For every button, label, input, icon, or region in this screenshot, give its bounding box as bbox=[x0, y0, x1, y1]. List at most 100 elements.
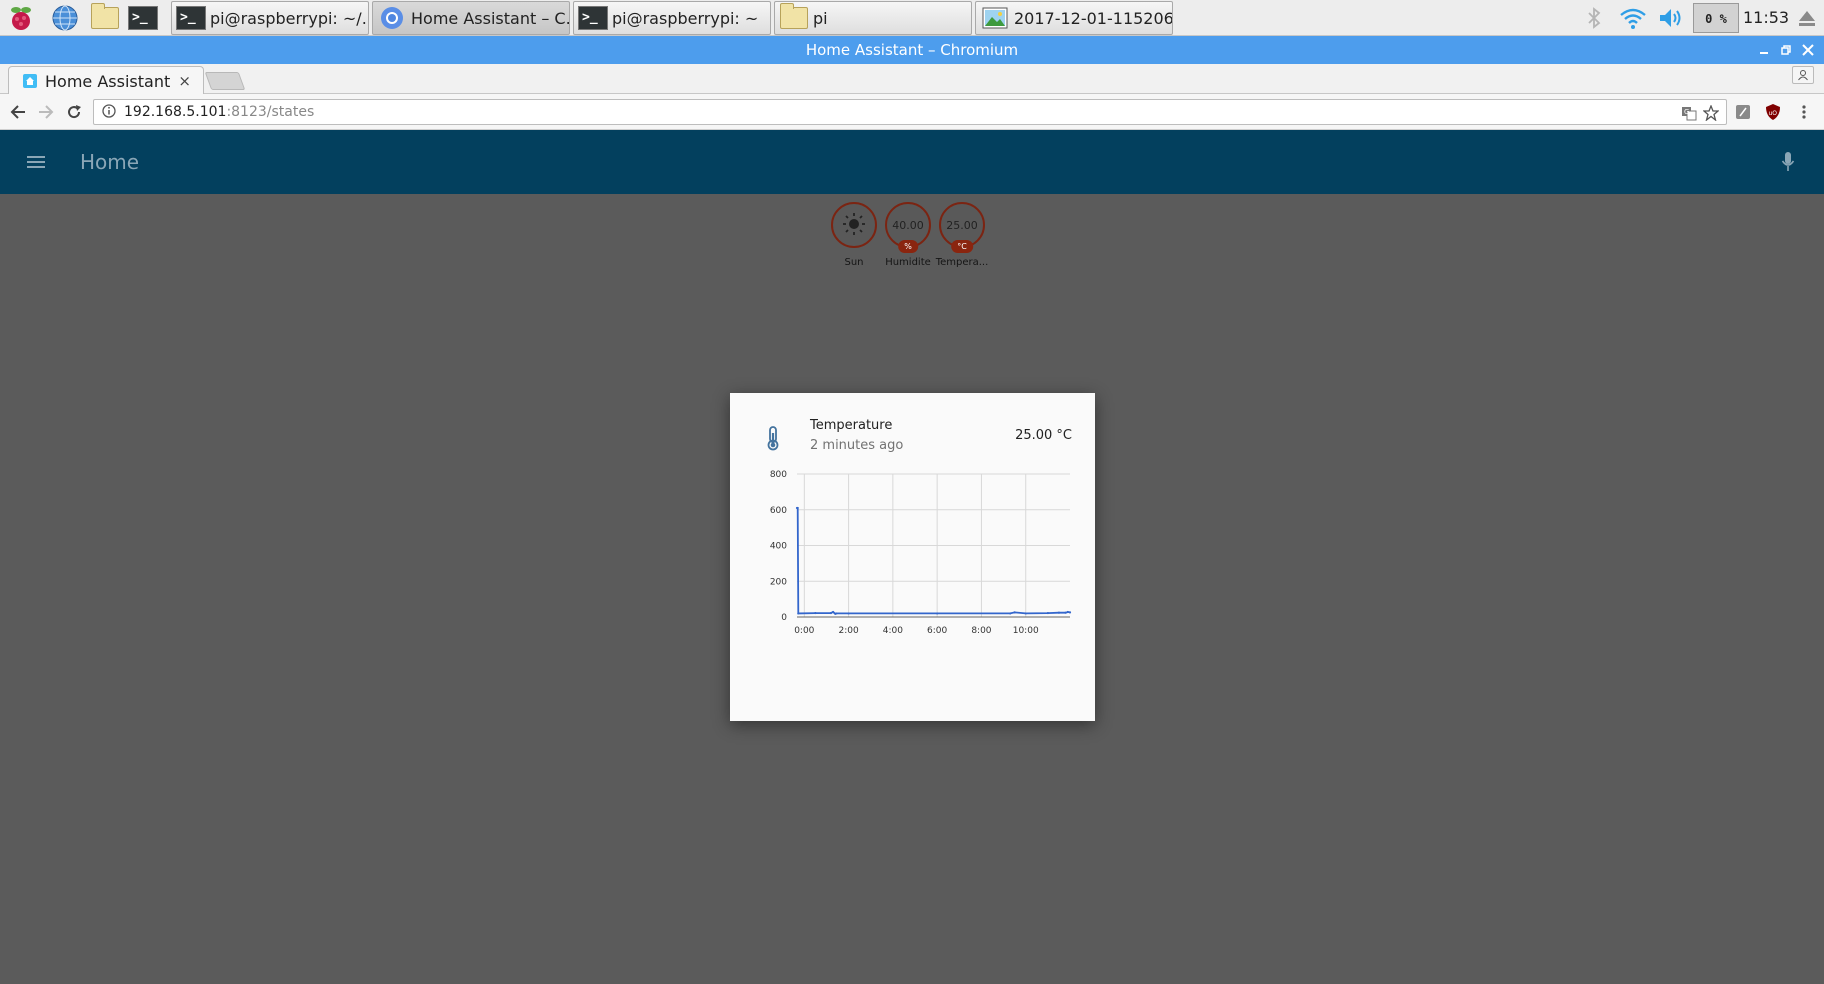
taskbar-item-label: Home Assistant – C... bbox=[411, 8, 570, 28]
terminal-icon: >_ bbox=[176, 4, 206, 32]
url-host: 192.168.5.101 bbox=[124, 104, 227, 120]
y-tick-label: 800 bbox=[770, 470, 787, 480]
profile-icon[interactable] bbox=[1792, 66, 1814, 84]
badge-unit: °C bbox=[951, 240, 973, 253]
data-point bbox=[1057, 611, 1061, 614]
taskbar-item-label: pi bbox=[813, 8, 828, 28]
tab-close-icon[interactable]: × bbox=[178, 72, 191, 90]
tab-strip: Home Assistant × bbox=[0, 64, 1824, 95]
web-browser-launcher-icon[interactable] bbox=[50, 4, 80, 32]
terminal-icon: >_ bbox=[578, 4, 608, 32]
x-tick-label: 0:00 bbox=[794, 626, 814, 636]
x-tick-label: 2:00 bbox=[838, 626, 858, 636]
data-point bbox=[1009, 612, 1012, 615]
address-bar[interactable]: 192.168.5.101:8123/states G bbox=[93, 99, 1727, 125]
forward-icon[interactable] bbox=[32, 98, 60, 126]
tab-title: Home Assistant bbox=[45, 71, 171, 91]
home-assistant-favicon-icon bbox=[23, 74, 37, 88]
microphone-icon[interactable] bbox=[1774, 148, 1802, 176]
taskbar-item-terminal[interactable]: >_ pi@raspberrypi: ~ bbox=[573, 1, 771, 35]
back-icon[interactable] bbox=[4, 98, 32, 126]
ublock-origin-icon[interactable]: uO bbox=[1763, 102, 1783, 122]
data-point bbox=[847, 612, 850, 615]
y-tick-label: 600 bbox=[770, 506, 787, 516]
info-icon[interactable] bbox=[102, 103, 116, 122]
data-point bbox=[1013, 611, 1016, 614]
ha-header: Home bbox=[0, 130, 1824, 194]
restore-icon[interactable] bbox=[1774, 36, 1798, 64]
eject-icon[interactable] bbox=[1794, 0, 1820, 36]
entity-state: 25.00 °C bbox=[1015, 428, 1072, 443]
badge-value: 25.00 bbox=[946, 218, 978, 232]
minimize-icon[interactable] bbox=[1752, 36, 1776, 64]
data-point bbox=[1068, 611, 1072, 614]
badge-sun[interactable]: Sun bbox=[827, 202, 881, 268]
volume-icon[interactable] bbox=[1656, 0, 1686, 36]
badge-label: Tempera... bbox=[935, 257, 989, 268]
window-titlebar[interactable]: Home Assistant – Chromium bbox=[0, 36, 1824, 64]
bookmark-star-icon[interactable] bbox=[1702, 104, 1720, 122]
browser-menu-icon[interactable] bbox=[1794, 102, 1814, 122]
series-line bbox=[796, 507, 1071, 615]
browser-toolbar: 192.168.5.101:8123/states G uO bbox=[0, 94, 1824, 130]
translate-icon[interactable]: G bbox=[1680, 104, 1698, 122]
y-tick-label: 200 bbox=[770, 577, 787, 587]
raspberry-menu-icon[interactable] bbox=[6, 4, 36, 32]
reload-icon[interactable] bbox=[60, 98, 88, 126]
data-point bbox=[796, 506, 799, 510]
hamburger-menu-icon[interactable] bbox=[20, 148, 52, 176]
badge-circle: 40.00 % bbox=[885, 202, 931, 253]
x-tick-label: 10:00 bbox=[1013, 626, 1039, 636]
history-chart[interactable]: 0 200 400 600 800 0:00 2:00 4:00 6:00 8:00 10:00 bbox=[730, 458, 1095, 658]
data-point bbox=[831, 610, 835, 614]
badge-unit: % bbox=[898, 240, 918, 253]
badge-temperature[interactable]: 25.00 °C Tempera... bbox=[935, 202, 989, 268]
data-point bbox=[1066, 610, 1069, 614]
chromium-icon bbox=[377, 4, 407, 32]
bluetooth-icon[interactable] bbox=[1582, 0, 1606, 36]
sun-icon bbox=[842, 212, 866, 239]
taskbar-item-label: pi@raspberrypi: ~ bbox=[612, 8, 759, 28]
svg-text:uO: uO bbox=[1769, 110, 1778, 117]
data-point bbox=[936, 612, 939, 615]
taskbar-item-folder-pi[interactable]: pi bbox=[774, 1, 972, 35]
taskbar-item-label: 2017-12-01-115206_... bbox=[1014, 8, 1173, 28]
close-icon[interactable] bbox=[1796, 36, 1820, 64]
taskbar-item-label: pi@raspberrypi: ~/.h... bbox=[210, 8, 368, 28]
data-point bbox=[829, 611, 832, 615]
badge-label: Sun bbox=[844, 257, 864, 268]
entity-name: Temperature bbox=[810, 418, 893, 433]
image-icon bbox=[980, 4, 1010, 32]
tab-home-assistant[interactable]: Home Assistant × bbox=[8, 66, 204, 95]
data-point bbox=[1024, 612, 1027, 615]
x-tick-label: 8:00 bbox=[971, 626, 991, 636]
page-title: Home bbox=[80, 150, 140, 174]
data-point bbox=[1046, 611, 1049, 615]
last-changed[interactable]: 2 minutes ago bbox=[810, 438, 903, 453]
taskbar-item-chromium[interactable]: Home Assistant – C... bbox=[372, 1, 570, 35]
data-point bbox=[797, 612, 800, 615]
window-title: Home Assistant – Chromium bbox=[805, 41, 1019, 59]
clock[interactable]: 11:53 bbox=[1743, 0, 1789, 36]
data-point bbox=[814, 611, 817, 615]
taskbar: >_ >_ pi@raspberrypi: ~/.h... Home Assis… bbox=[0, 0, 1824, 36]
url-path: :8123/states bbox=[226, 104, 315, 120]
extension-icon[interactable] bbox=[1733, 102, 1753, 122]
cpu-monitor: 0 % bbox=[1693, 3, 1739, 33]
badge-value: 40.00 bbox=[892, 218, 924, 232]
taskbar-item-image-viewer[interactable]: 2017-12-01-115206_... bbox=[975, 1, 1173, 35]
x-tick-label: 6:00 bbox=[927, 626, 947, 636]
new-tab-button[interactable] bbox=[204, 72, 246, 90]
svg-text:G: G bbox=[1684, 108, 1689, 116]
x-tick-label: 4:00 bbox=[883, 626, 903, 636]
taskbar-item-terminal-home[interactable]: >_ pi@raspberrypi: ~/.h... bbox=[171, 1, 369, 35]
wifi-icon[interactable] bbox=[1618, 0, 1648, 36]
badge-label: Humidite bbox=[885, 257, 931, 268]
data-point bbox=[835, 612, 838, 615]
terminal-launcher-icon[interactable]: >_ bbox=[128, 4, 158, 32]
badge-circle: 25.00 °C bbox=[939, 202, 985, 253]
more-info-dialog[interactable]: Temperature 2 minutes ago 25.00 °C 0 200 4… bbox=[730, 393, 1095, 721]
badge-humidity[interactable]: 40.00 % Humidite bbox=[881, 202, 935, 268]
thermometer-icon bbox=[764, 425, 782, 451]
file-manager-launcher-icon[interactable] bbox=[90, 3, 120, 32]
